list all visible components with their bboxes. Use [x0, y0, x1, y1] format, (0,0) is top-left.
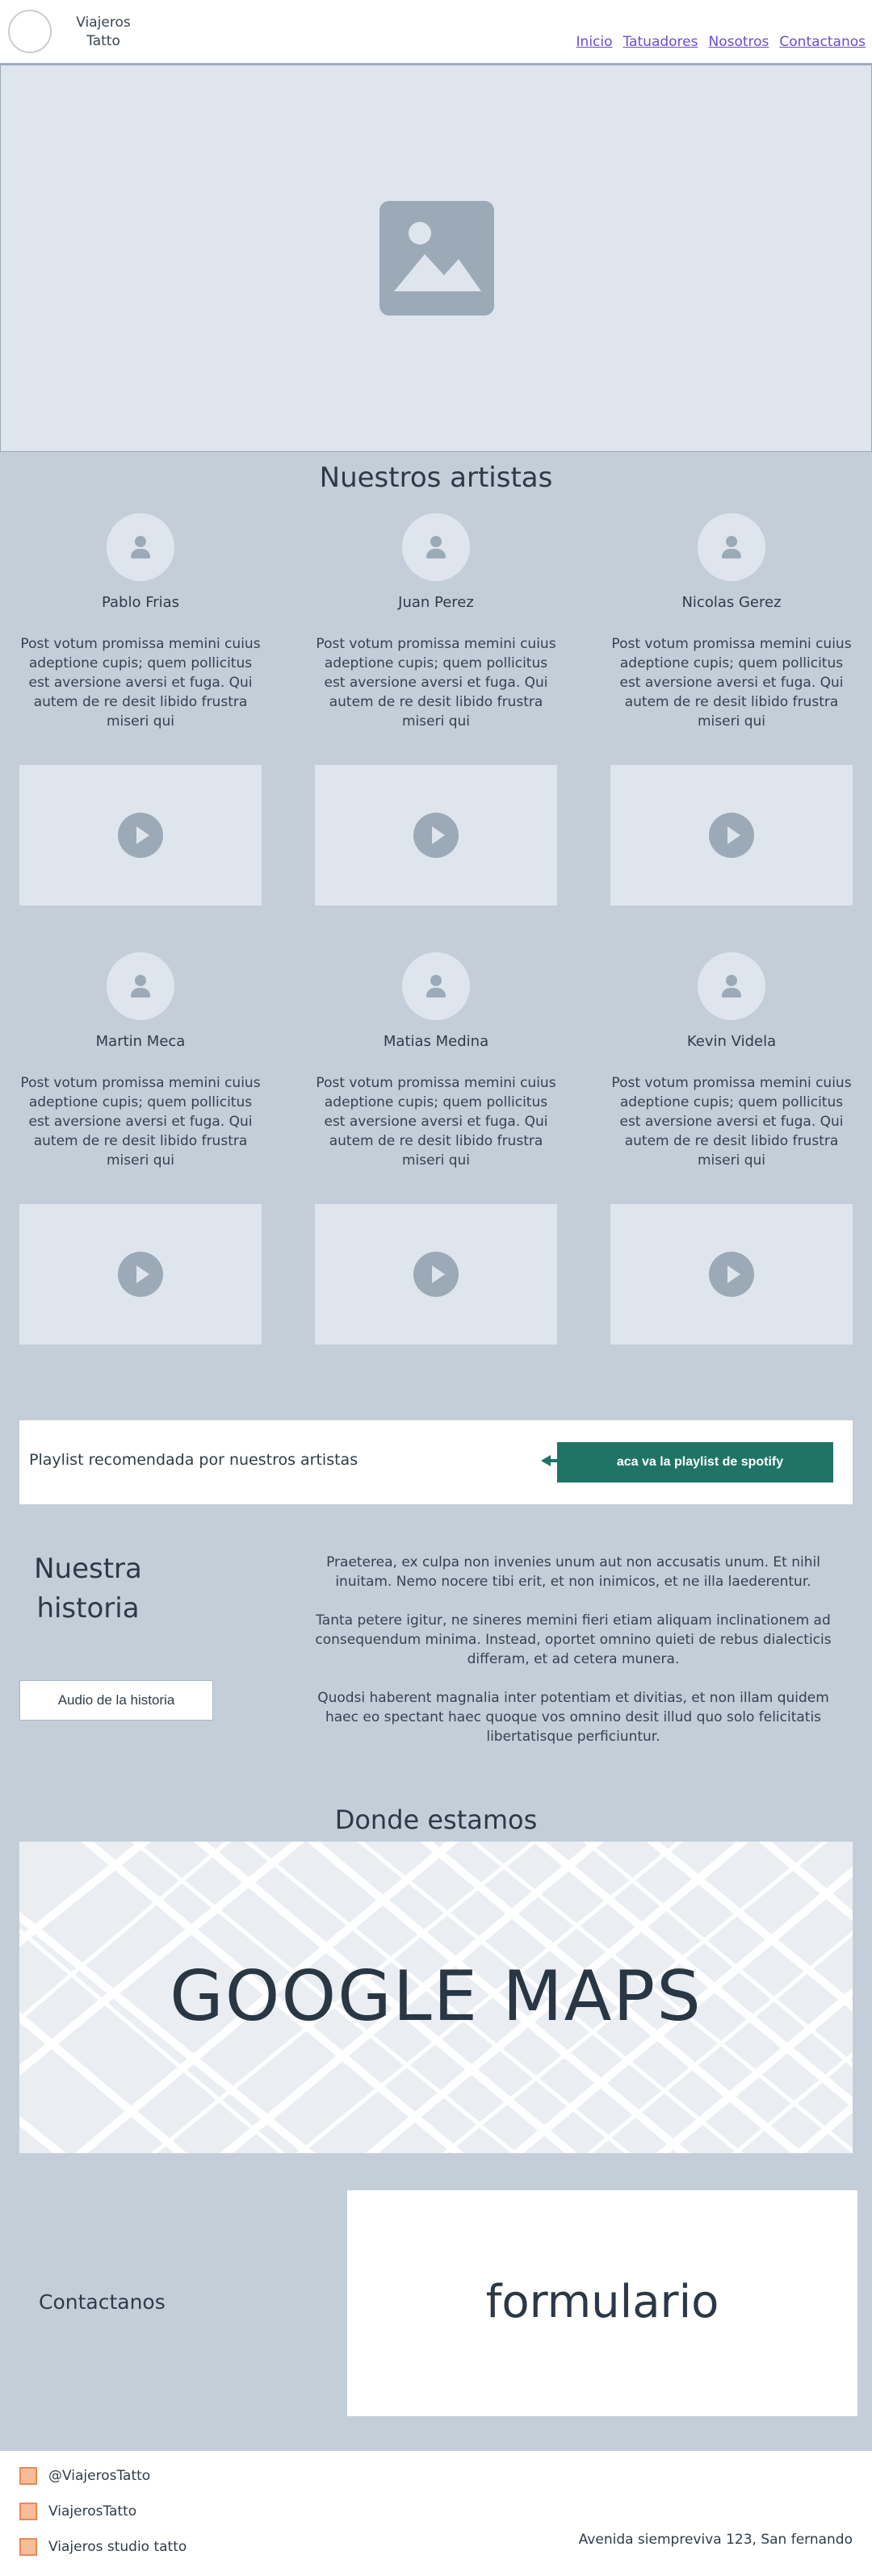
artist-description: Post votum promissa memini cuius adeptio… [611, 636, 852, 730]
social-link-studio[interactable]: Viajeros studio tatto [19, 2538, 187, 2556]
user-icon [107, 513, 174, 581]
artist-description: Post votum promissa memini cuius adeptio… [316, 1075, 556, 1169]
location-title: Donde estamos [334, 1804, 538, 1835]
history-text: Praeterea, ex culpa non invenies unum au… [307, 1553, 840, 1766]
site-footer: @ViajerosTatto ViajerosTatto Viajeros st… [0, 2450, 872, 2576]
artist-name: Martin Meca [95, 1033, 186, 1050]
hero-banner [0, 65, 872, 452]
artist-name: Pablo Frias [101, 594, 180, 611]
play-icon[interactable] [118, 813, 163, 858]
user-icon [107, 952, 174, 1020]
form-label: formulario [485, 2276, 719, 2328]
video-player[interactable] [19, 765, 262, 905]
social-label: Viajeros studio tatto [48, 2539, 187, 2555]
play-icon[interactable] [709, 813, 754, 858]
contact-label: Contactanos [39, 2290, 166, 2314]
user-icon [402, 513, 470, 581]
play-icon[interactable] [413, 813, 459, 858]
square-icon [19, 2538, 37, 2556]
brand-name: Viajeros Tatto [76, 15, 131, 49]
user-icon [698, 513, 765, 581]
user-icon [698, 952, 765, 1020]
video-player[interactable] [610, 765, 853, 905]
history-paragraph: Praeterea, ex culpa non invenies unum au… [326, 1554, 820, 1590]
square-icon [19, 2503, 37, 2520]
site-header: Viajeros Tatto Inicio Tatuadores Nosotro… [0, 0, 872, 65]
video-player[interactable] [315, 765, 557, 905]
social-label: @ViajerosTatto [48, 2468, 151, 2484]
history-paragraph: Quodsi haberent magnalia inter potentiam… [317, 1690, 829, 1745]
nav-link-contactanos[interactable]: Contactanos [779, 34, 866, 50]
spotify-playlist-button[interactable]: aca va la playlist de spotify [557, 1442, 833, 1482]
artist-description: Post votum promissa memini cuius adeptio… [611, 1075, 852, 1169]
map-label: GOOGLE MAPS [170, 1956, 702, 2037]
history-title: Nuestra historia [34, 1553, 142, 1625]
video-player[interactable] [315, 1204, 557, 1344]
nav-link-tatuadores[interactable]: Tatuadores [623, 34, 698, 50]
artist-description: Post votum promissa memini cuius adeptio… [20, 1075, 261, 1169]
playlist-section: Playlist recomendada por nuestros artist… [19, 1420, 853, 1504]
logo-icon[interactable] [8, 10, 52, 53]
social-link-instagram[interactable]: @ViajerosTatto [19, 2467, 150, 2485]
artist-description: Post votum promissa memini cuius adeptio… [316, 636, 556, 730]
artist-name: Juan Perez [398, 594, 474, 611]
play-icon[interactable] [709, 1252, 754, 1297]
nav-link-nosotros[interactable]: Nosotros [708, 34, 769, 50]
social-label: ViajerosTatto [48, 2503, 137, 2520]
video-player[interactable] [19, 1204, 262, 1344]
user-icon [402, 952, 470, 1020]
artist-name: Matias Medina [383, 1033, 489, 1050]
social-link-facebook[interactable]: ViajerosTatto [19, 2503, 136, 2520]
play-icon[interactable] [413, 1252, 459, 1297]
playlist-label: Playlist recomendada por nuestros artist… [29, 1451, 358, 1469]
artists-title: Nuestros artistas [319, 462, 553, 494]
artist-description: Post votum promissa memini cuius adeptio… [20, 636, 261, 730]
play-icon[interactable] [118, 1252, 163, 1297]
arrow-left-icon [541, 1455, 560, 1466]
video-player[interactable] [610, 1204, 853, 1344]
main-nav: Inicio Tatuadores Nosotros Contactanos [576, 34, 866, 50]
history-paragraph: Tanta petere igitur, ne sineres memini f… [315, 1612, 832, 1667]
nav-link-inicio[interactable]: Inicio [576, 34, 613, 50]
address-text: Avenida siempreviva 123, San fernando [578, 2532, 853, 2548]
artist-name: Nicolas Gerez [681, 594, 782, 611]
square-icon [19, 2467, 37, 2485]
map-embed[interactable]: GOOGLE MAPS [19, 1842, 853, 2153]
image-icon [379, 201, 494, 316]
contact-form[interactable]: formulario [347, 2190, 857, 2416]
artist-name: Kevin Videla [686, 1033, 777, 1050]
history-audio-button[interactable]: Audio de la historia [19, 1680, 213, 1721]
